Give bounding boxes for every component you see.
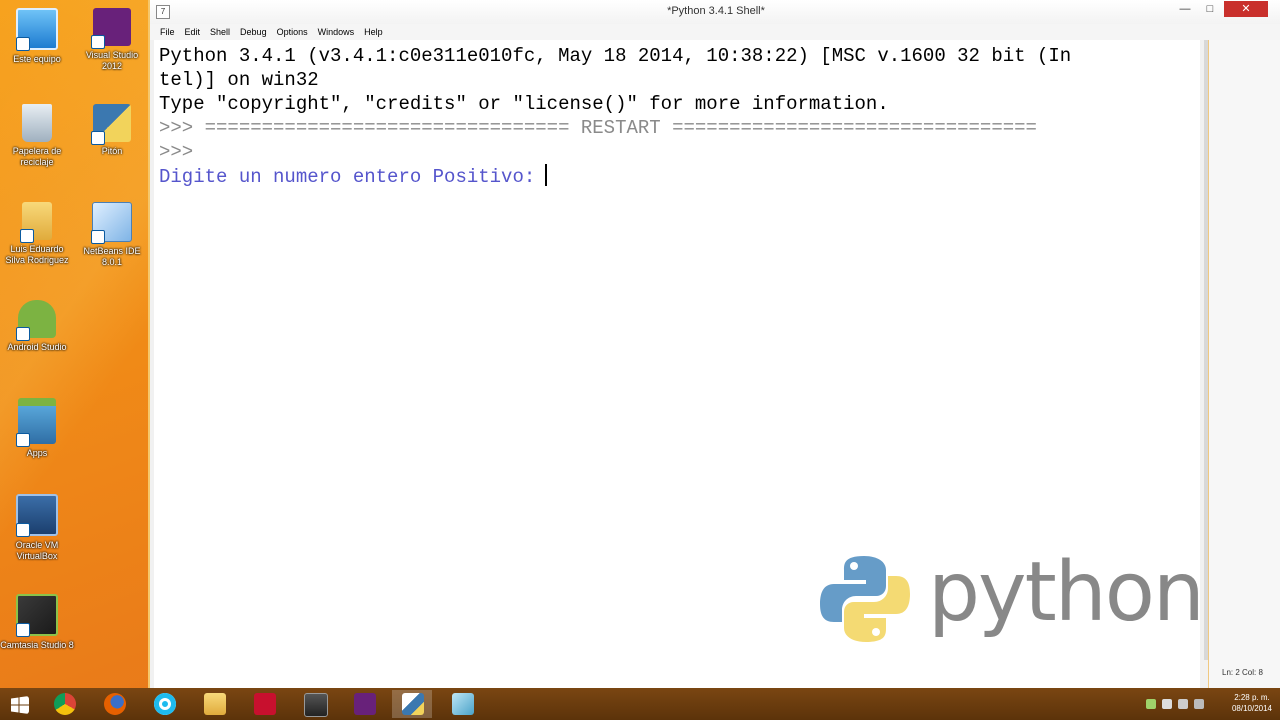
computer-icon [16,8,58,51]
prompt-marker: >>> [159,117,205,139]
firefox-icon [104,693,126,715]
taskbar-firefox[interactable] [94,690,134,718]
network-icon[interactable] [1146,699,1156,709]
taskbar-app[interactable] [442,690,482,718]
unknown-app-icon [452,693,474,715]
desktop-icon-this-pc[interactable]: Este equipo [0,8,74,65]
close-button[interactable]: ✕ [1224,1,1268,17]
user-folder-icon [20,202,52,243]
taskbar-media[interactable] [294,690,334,718]
desktop-icon-label: Este equipo [13,54,61,64]
clock-time: 2:28 p. m. [1234,693,1270,702]
minimize-button[interactable]: — [1173,1,1197,17]
windows-logo-icon [11,696,29,714]
taskbar-file-explorer[interactable] [194,690,234,718]
clock-date: 08/10/2014 [1231,704,1272,713]
file-explorer-icon [204,693,226,715]
desktop-icon-visual-studio[interactable]: Visual Studio 2012 [75,8,149,72]
ie-icon [154,693,176,715]
virtualbox-icon [16,494,58,537]
flag-icon[interactable] [1194,699,1204,709]
visual-studio-icon [91,8,131,49]
menu-help[interactable]: Help [359,24,388,40]
volume-icon[interactable] [1162,699,1172,709]
apps-icon [16,398,56,447]
desktop-icon-netbeans[interactable]: NetBeans IDE 8.0.1 [75,202,149,268]
menu-edit[interactable]: Edit [180,24,206,40]
menu-options[interactable]: Options [272,24,313,40]
menu-bar: File Edit Shell Debug Options Windows Help [150,24,1280,40]
text-caret [545,164,548,186]
desktop-icon-label: Oracle VM VirtualBox [15,540,59,561]
clock[interactable]: 2:28 p. m. 08/10/2014 [1232,692,1272,714]
visual-studio-icon [354,693,376,715]
python-idle-icon [402,693,424,715]
menu-debug[interactable]: Debug [235,24,272,40]
taskbar-python-idle[interactable] [392,690,432,718]
desktop-icon-python[interactable]: Pitón [75,104,149,157]
desktop-icon-camtasia[interactable]: Camtasia Studio 8 [0,594,74,651]
desktop-icon-label: Papelera de reciclaje [12,146,62,167]
desktop-icon-virtualbox[interactable]: Oracle VM VirtualBox [0,494,74,562]
netbeans-icon [91,202,132,244]
taskbar-visual-studio[interactable] [344,690,384,718]
side-panel [1208,40,1280,688]
desktop-icon-android-studio[interactable]: Android Studio [0,300,74,353]
recycle-bin-icon [22,104,52,142]
start-button[interactable] [0,690,40,718]
desktop-icon-label: Camtasia Studio 8 [0,640,74,650]
chrome-icon [54,693,76,715]
taskbar-internet-explorer[interactable] [144,690,184,718]
python-shortcut-icon [91,104,131,145]
desktop-icon-label: Pitón [101,146,123,156]
camtasia-icon [16,594,58,637]
desktop-icon-label: Luis Eduardo Silva Rodriguez [5,244,69,265]
taskbar-adobe[interactable] [244,690,284,718]
desktop-icon-label: NetBeans IDE 8.0.1 [83,246,141,267]
taskbar-chrome[interactable] [44,690,84,718]
media-icon [304,693,328,717]
restart-line: >>> ================================ RES… [159,116,1200,140]
desktop-icon-user-folder[interactable]: Luis Eduardo Silva Rodriguez [0,202,74,266]
desktop-icon-recycle-bin[interactable]: Papelera de reciclaje [0,104,74,168]
prompt-line: >>> [159,141,194,163]
maximize-button[interactable]: □ [1198,1,1222,17]
desktop-icon-label: Apps [26,448,48,458]
input-line[interactable]: Digite un numero entero Positivo: [159,164,1200,188]
menu-file[interactable]: File [155,24,180,40]
restart-text: ================================ RESTART… [204,117,1037,139]
menu-shell[interactable]: Shell [205,24,235,40]
battery-icon[interactable] [1178,699,1188,709]
window-title: *Python 3.4.1 Shell* [667,5,765,17]
android-icon [16,300,56,341]
menu-windows[interactable]: Windows [313,24,360,40]
desktop-icon-label: Android Studio [7,342,67,352]
adobe-icon [254,693,276,715]
cursor-position-status: Ln: 2 Col: 8 [1222,668,1263,677]
python-logo-icon [820,556,910,642]
python-wordmark: python [928,545,1205,640]
desktop-icon-apps[interactable]: Apps [0,398,74,459]
banner-line-3: Type "copyright", "credits" or "license(… [159,93,889,115]
banner-line-1: Python 3.4.1 (v3.4.1:c0e311e010fc, May 1… [159,45,1072,67]
input-prompt-text: Digite un numero entero Positivo: [159,166,536,188]
title-bar[interactable]: 7 *Python 3.4.1 Shell* — □ ✕ [150,0,1280,24]
desktop-icon-label: Visual Studio 2012 [85,50,139,71]
banner-line-2: tel)] on win32 [159,69,319,91]
taskbar: 2:28 p. m. 08/10/2014 [0,688,1280,720]
